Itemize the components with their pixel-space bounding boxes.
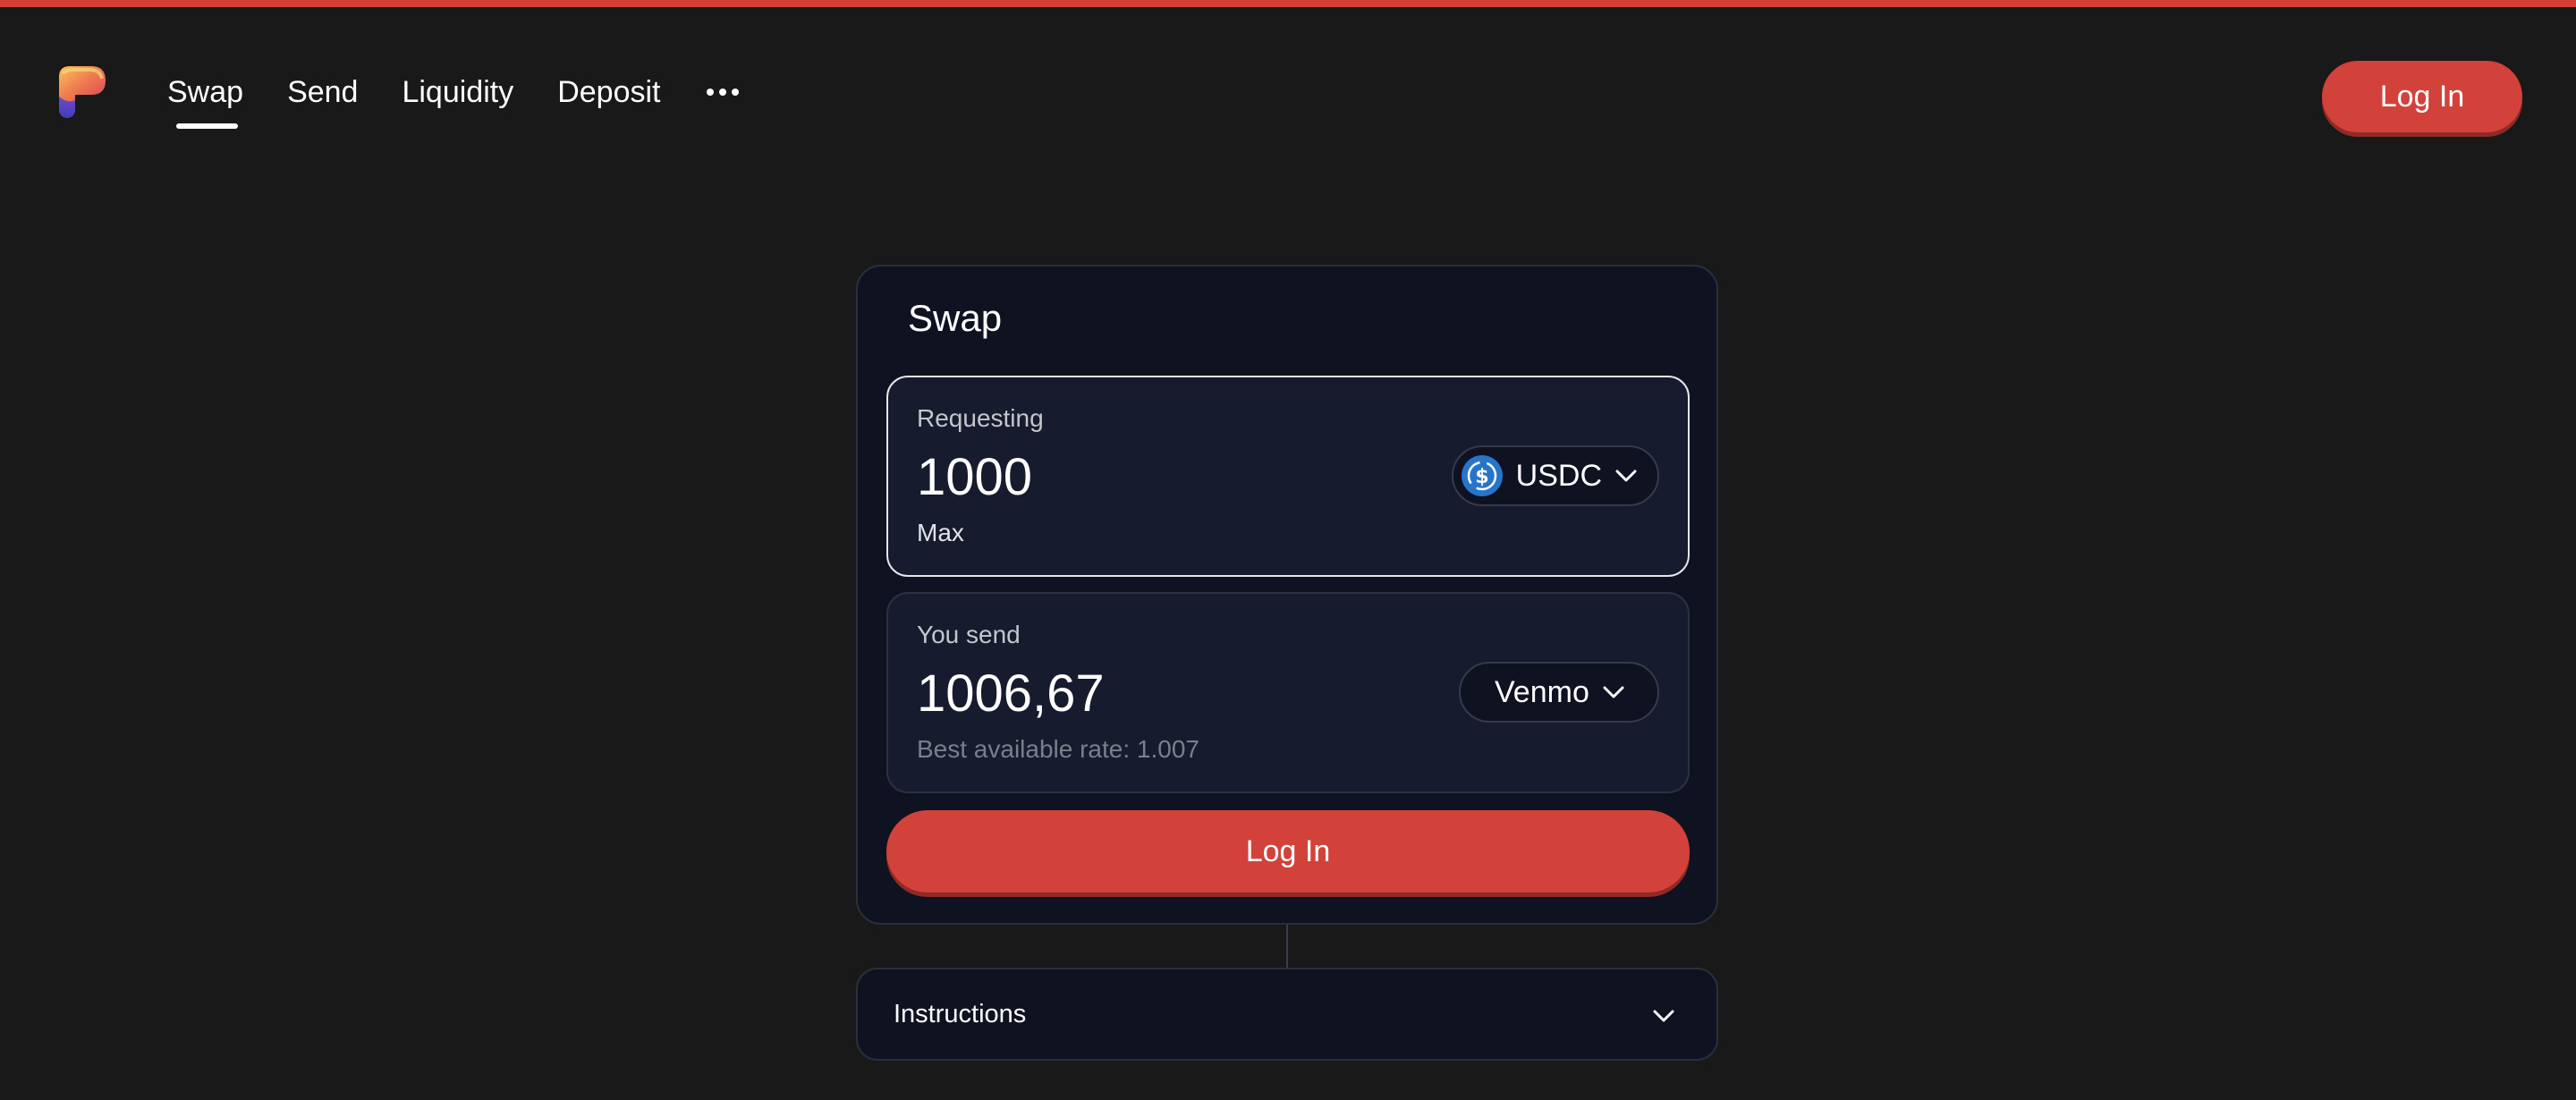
nav-link-send[interactable]: Send xyxy=(287,70,358,114)
nav-link-liquidity[interactable]: Liquidity xyxy=(402,70,513,114)
chevron-down-icon xyxy=(1653,1010,1674,1022)
swap-card-title: Swap xyxy=(908,297,1003,339)
chevron-down-icon xyxy=(1603,686,1624,698)
nav-login-button[interactable]: Log In xyxy=(2322,61,2522,132)
token-label: USDC xyxy=(1515,458,1602,493)
svg-text:$: $ xyxy=(1475,466,1488,488)
rate-text: Best available rate: 1.007 xyxy=(917,735,1199,763)
send-label: You send xyxy=(917,621,1021,648)
more-horizontal-icon[interactable] xyxy=(705,70,741,114)
connector-line xyxy=(1286,925,1288,968)
page: Swap Send Liquidity Deposit Log In Swap … xyxy=(0,0,2576,1100)
requesting-amount-input[interactable]: 1000 xyxy=(917,447,1032,507)
usdc-icon: $ xyxy=(1461,455,1503,496)
chevron-down-icon xyxy=(1615,470,1637,482)
payment-method-select[interactable]: Venmo xyxy=(1459,662,1659,723)
requesting-field[interactable]: Requesting 1000 Max $ USDC xyxy=(886,376,1690,577)
requesting-label: Requesting xyxy=(917,404,1044,432)
max-button[interactable]: Max xyxy=(917,519,964,547)
swap-card: Swap Requesting 1000 Max $ USDC You send… xyxy=(856,265,1718,925)
app-logo[interactable] xyxy=(57,64,107,120)
top-nav: Swap Send Liquidity Deposit Log In xyxy=(0,0,2576,170)
token-select[interactable]: $ USDC xyxy=(1451,445,1659,506)
send-field[interactable]: You send 1006,67 Best available rate: 1.… xyxy=(886,592,1690,793)
nav-link-deposit[interactable]: Deposit xyxy=(557,70,660,114)
nav-link-swap[interactable]: Swap xyxy=(167,70,243,129)
payment-method-label: Venmo xyxy=(1495,674,1589,709)
send-amount-value: 1006,67 xyxy=(917,664,1105,723)
nav-links: Swap Send Liquidity Deposit xyxy=(167,70,741,129)
instructions-accordion[interactable]: Instructions xyxy=(856,968,1718,1061)
instructions-label: Instructions xyxy=(894,1000,1027,1028)
swap-login-button[interactable]: Log In xyxy=(886,810,1690,893)
